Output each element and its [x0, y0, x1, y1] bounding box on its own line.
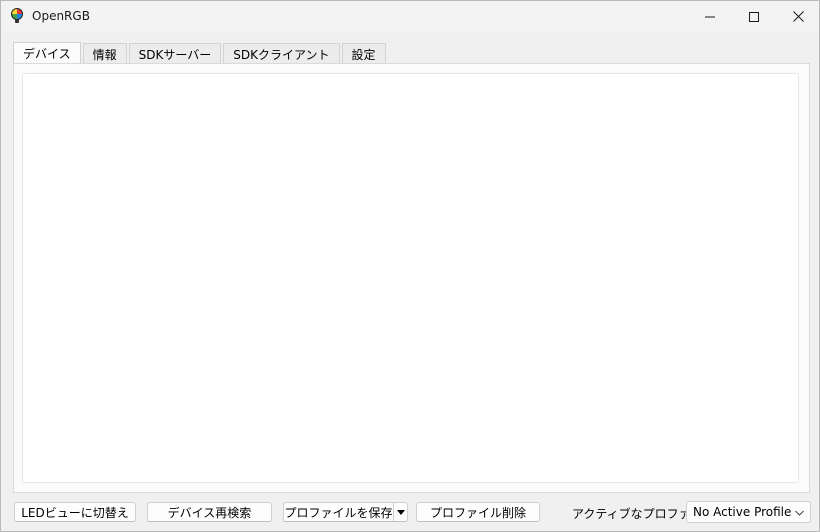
tab-information[interactable]: 情報: [82, 43, 127, 64]
tab-sdk-client[interactable]: SDKクライアント: [223, 43, 340, 64]
toggle-led-view-button[interactable]: LEDビューに切替え: [14, 502, 136, 522]
delete-profile-button[interactable]: プロファイル削除: [416, 502, 540, 522]
window-title: OpenRGB: [32, 9, 90, 23]
maximize-icon: [749, 11, 759, 22]
active-profile-value: No Active Profile: [693, 505, 792, 519]
save-profile-dropdown-button[interactable]: [393, 502, 408, 522]
minimize-icon: [705, 16, 715, 17]
main-tab-bar: デバイス 情報 SDKサーバー SDKクライアント 設定: [13, 42, 388, 64]
minimize-button[interactable]: [687, 1, 733, 32]
active-profile-select[interactable]: No Active Profile: [686, 501, 811, 523]
devices-tab-pane: [13, 63, 810, 493]
dropdown-arrow-icon: [396, 509, 405, 515]
tab-settings[interactable]: 設定: [341, 43, 386, 64]
tab-sdk-server[interactable]: SDKサーバー: [128, 43, 222, 64]
close-icon: [792, 11, 804, 22]
tab-devices[interactable]: デバイス: [13, 42, 81, 64]
title-bar[interactable]: OpenRGB: [1, 1, 819, 32]
device-list-panel[interactable]: [22, 73, 799, 483]
save-profile-button[interactable]: プロファイルを保存: [283, 502, 394, 522]
maximize-button[interactable]: [731, 1, 777, 32]
app-window: OpenRGB デバイス 情報 SDKサーバー SDKクライアント 設定 LED…: [0, 0, 820, 532]
close-button[interactable]: [775, 1, 820, 32]
openrgb-logo-icon: [11, 8, 23, 23]
rescan-devices-button[interactable]: デバイス再検索: [147, 502, 272, 522]
chevron-down-icon: [795, 510, 804, 516]
